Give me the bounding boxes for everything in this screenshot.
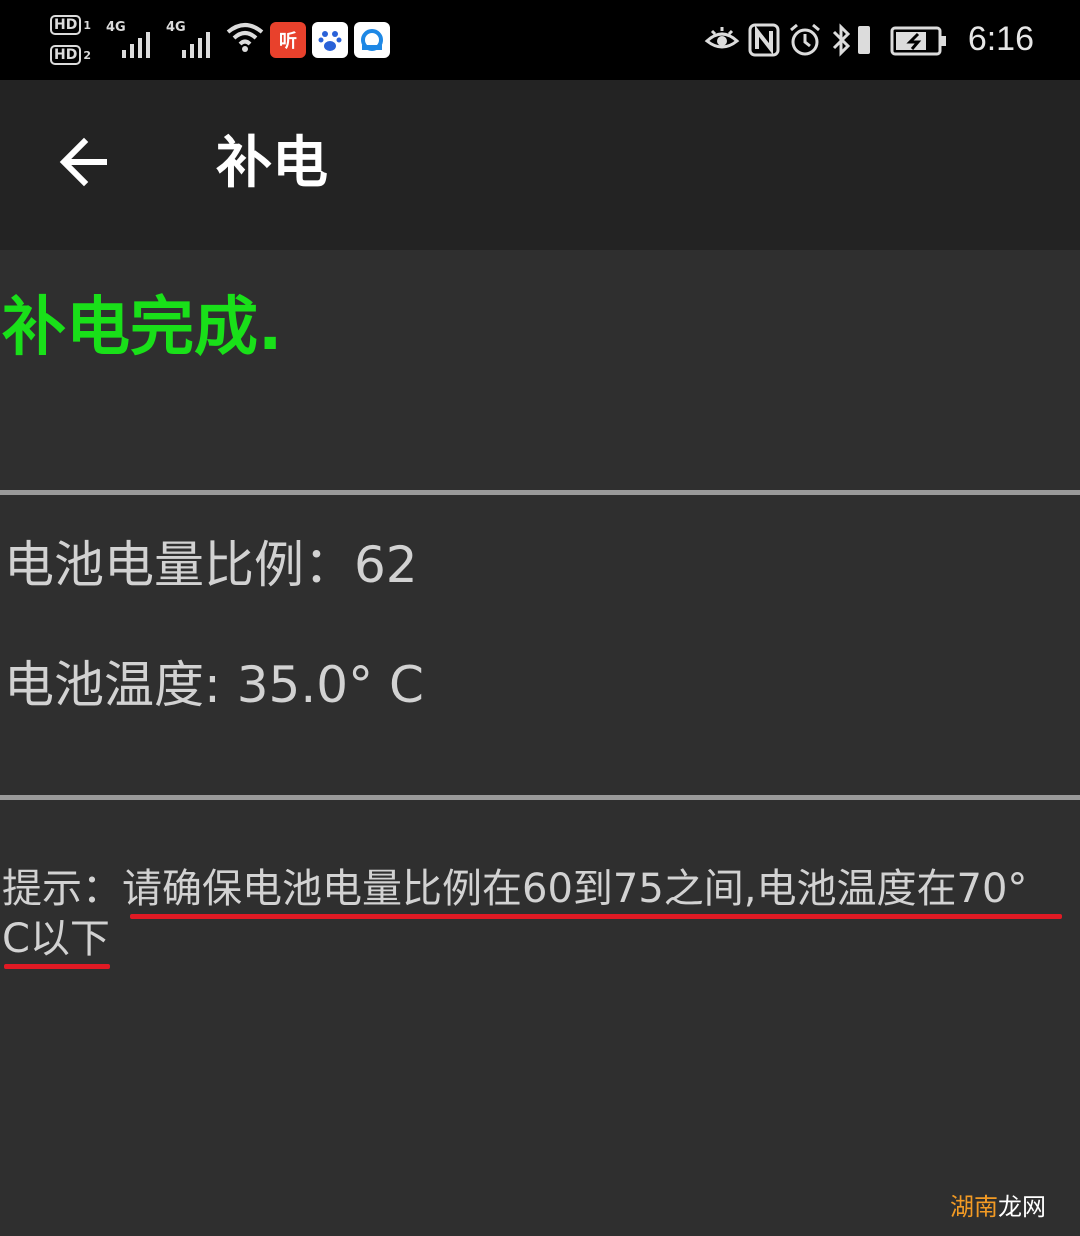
- signal-bars-icon: [182, 28, 218, 58]
- hd-voice-badge-2: HD: [50, 45, 82, 65]
- app-bar: 补电: [0, 80, 1080, 250]
- eye-comfort-icon: [704, 27, 740, 49]
- watermark-part-1: 湖南: [950, 1193, 998, 1221]
- battery-temp-value: 35.0° C: [236, 656, 424, 714]
- status-bar: HD 1 HD 2 4G 4G 听 6:16: [0, 0, 1080, 80]
- baidu-paw-icon: [318, 31, 342, 51]
- nfc-icon: [748, 23, 780, 57]
- bluetooth-icon: [832, 23, 851, 57]
- hd-voice-badge-1: HD: [50, 15, 82, 35]
- listen-app-glyph: 听: [279, 31, 297, 52]
- status-right-group: 6:16: [704, 0, 1034, 80]
- wifi-icon: [226, 23, 264, 52]
- tip-line-1: 请确保电池电量比例在60到75之间,电池温度在70°: [122, 866, 1028, 912]
- watermark: 湖南龙网: [950, 1192, 1046, 1222]
- tip-line-2: C以下: [2, 916, 110, 962]
- sim2-index: 2: [83, 49, 91, 62]
- browser-q-icon: [361, 29, 383, 51]
- page-title: 补电: [216, 131, 328, 196]
- browser-app-notification-icon: [354, 22, 390, 58]
- battery-level-row: 电池电量比例：62: [4, 535, 418, 595]
- alarm-icon: [790, 23, 820, 56]
- sim1-index: 1: [83, 19, 91, 32]
- annotation-underline-2: [4, 964, 110, 969]
- divider-bottom: [0, 795, 1080, 800]
- listen-app-notification-icon: 听: [270, 22, 306, 58]
- charge-status-message: 补电完成.: [2, 291, 283, 365]
- battery-charging-icon: [890, 26, 946, 56]
- tip-label: 提示：: [2, 866, 122, 912]
- signal-bars-icon: [122, 28, 158, 58]
- watermark-part-2: 龙网: [998, 1193, 1046, 1221]
- sim-indicators: HD 1 HD 2: [50, 14, 98, 74]
- baidu-app-notification-icon: [312, 22, 348, 58]
- arrow-left-icon[interactable]: [52, 130, 116, 194]
- battery-level-value: 62: [354, 536, 418, 594]
- status-clock: 6:16: [967, 20, 1034, 58]
- battery-temp-label: 电池温度:: [4, 656, 237, 714]
- annotation-underline-1: [130, 914, 1062, 919]
- battery-level-label: 电池电量比例：: [4, 536, 354, 594]
- vibrate-icon: [858, 26, 870, 54]
- divider-top: [0, 490, 1080, 495]
- battery-temp-row: 电池温度: 35.0° C: [4, 655, 424, 715]
